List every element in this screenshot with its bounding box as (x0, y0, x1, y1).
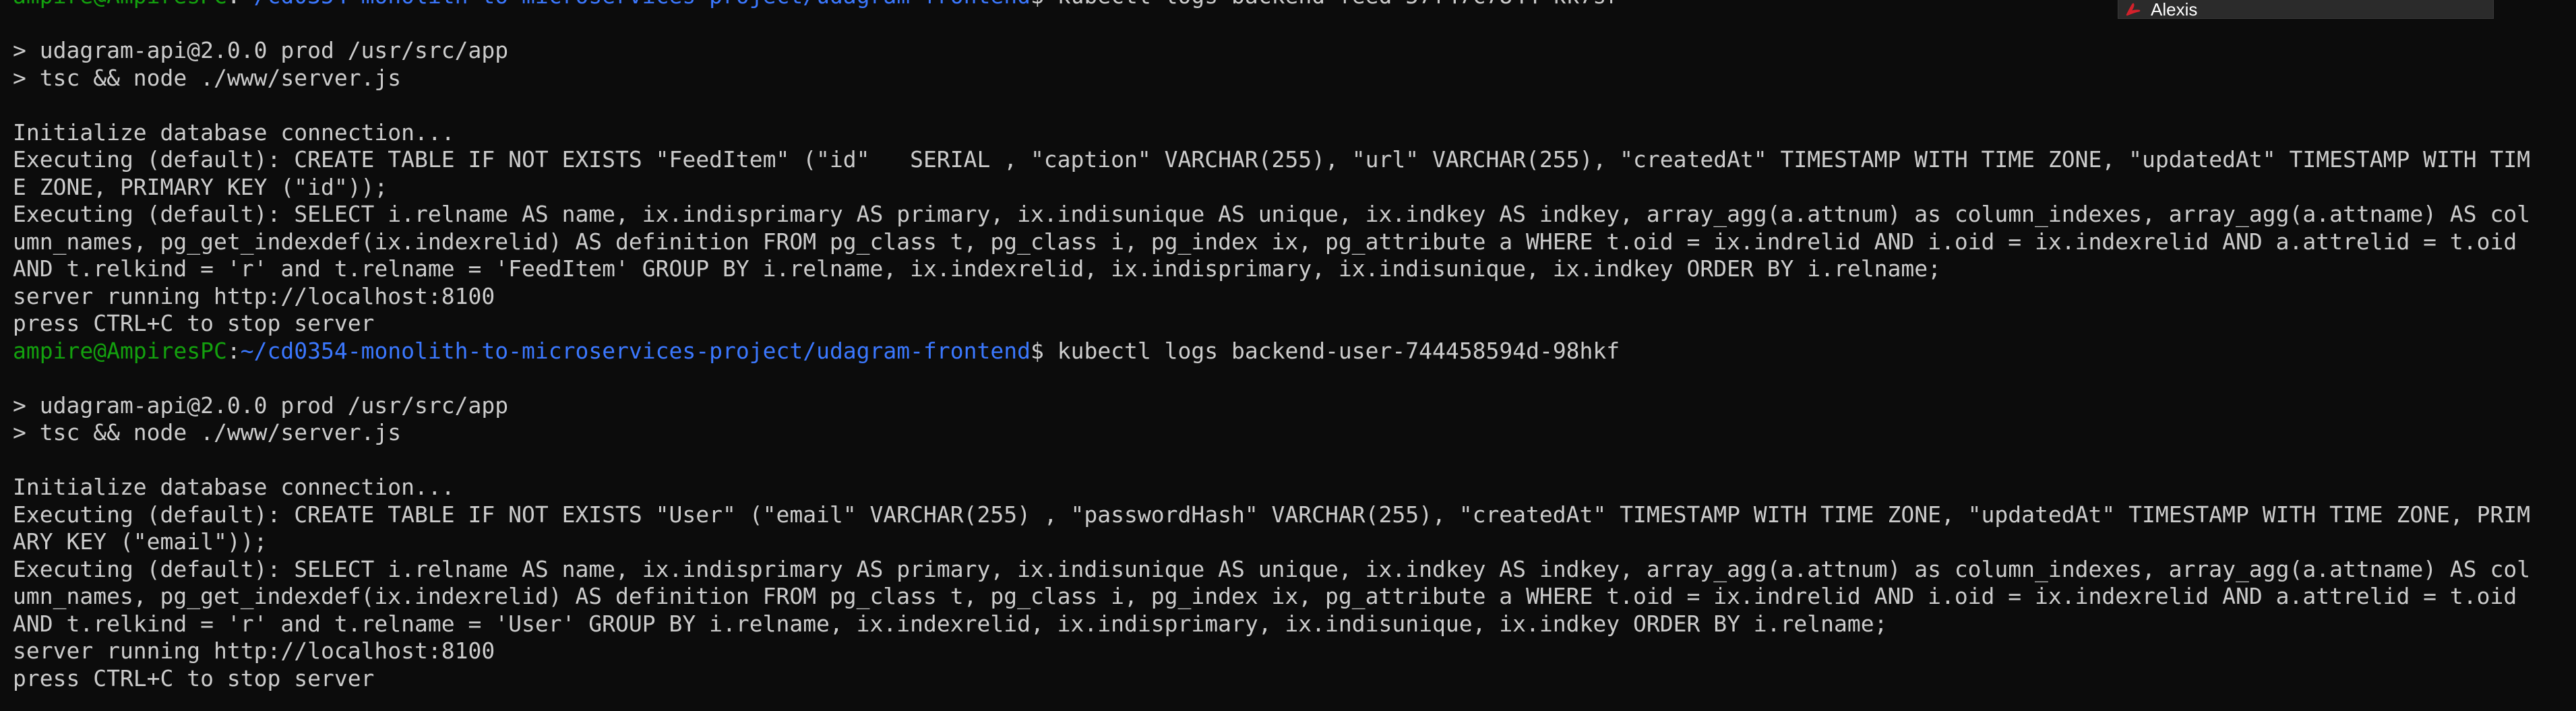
output-line: AND t.relkind = 'r' and t.relname = 'Fee… (13, 255, 2576, 283)
output-line: E ZONE, PRIMARY KEY ("id")); (13, 174, 2576, 202)
output-line: AND t.relkind = 'r' and t.relname = 'Use… (13, 611, 2576, 638)
output-line: server running http://localhost:8100 (13, 283, 2576, 311)
output-text: AND t.relkind = 'r' and t.relname = 'Fee… (13, 255, 1941, 282)
prompt-colon: : (227, 692, 241, 693)
prompt-path: ~/cd0354-monolith-to-microservices-proje… (240, 337, 1031, 364)
output-line: > udagram-api@2.0.0 prod /usr/src/app (13, 37, 2576, 65)
output-line: press CTRL+C to stop server (13, 310, 2576, 338)
output-text: press CTRL+C to stop server (13, 310, 375, 336)
output-text: E ZONE, PRIMARY KEY ("id")); (13, 173, 388, 200)
output-text: > tsc && node ./www/server.js (13, 419, 402, 445)
prompt-colon: : (226, 337, 241, 364)
output-text: ARY KEY ("email")); (13, 528, 268, 555)
output-line: umn_names, pg_get_indexdef(ix.indexrelid… (13, 583, 2576, 611)
output-line: > tsc && node ./www/server.js (13, 419, 2576, 447)
prompt-path: ~/cd0354-monolith-to-microservices-proje… (241, 0, 1031, 9)
output-line: ARY KEY ("email")); (13, 528, 2576, 556)
output-line: > udagram-api@2.0.0 prod /usr/src/app (13, 392, 2576, 420)
command-text: kubectl logs backend-user-744458594d-98h… (1043, 337, 1620, 364)
output-text: Executing (default): SELECT i.relname AS… (13, 201, 2531, 227)
output-text: > udagram-api@2.0.0 prod /usr/src/app (13, 392, 509, 419)
prompt-colon: : (227, 0, 241, 9)
output-text: umn_names, pg_get_indexdef(ix.indexrelid… (13, 583, 2517, 609)
prompt-symbol: $ (1031, 0, 1044, 9)
output-line: press CTRL+C to stop server (13, 665, 2576, 693)
output-text: Executing (default): CREATE TABLE IF NOT… (13, 501, 2531, 528)
window-title: Alexis (2151, 0, 2198, 20)
output-text: Initialize database connection... (13, 474, 455, 500)
prompt-line: ampire@AmpiresPC:~/cd0354-monolith-to-mi… (13, 692, 2576, 693)
output-text: umn_names, pg_get_indexdef(ix.indexrelid… (13, 228, 2517, 255)
output-line: Executing (default): CREATE TABLE IF NOT… (13, 146, 2576, 174)
output-line: Initialize database connection... (13, 474, 2576, 501)
output-line: > tsc && node ./www/server.js (13, 65, 2576, 92)
output-text: press CTRL+C to stop server (13, 664, 375, 691)
prompt-path: ~/cd0354-monolith-to-microservices-proje… (241, 692, 1031, 693)
adobe-acrobat-icon (2125, 2, 2141, 17)
output-text: server running http://localhost:8100 (13, 638, 495, 664)
prompt-user-host: ampire@AmpiresPC (13, 337, 227, 364)
output-text: AND t.relkind = 'r' and t.relname = 'Use… (13, 610, 1888, 637)
taskbar-thumbnail-tab[interactable]: Alexis (2118, 0, 2494, 19)
terminal-output[interactable]: ampire@AmpiresPC:~/cd0354-monolith-to-mi… (0, 0, 2576, 693)
output-line: server running http://localhost:8100 (13, 638, 2576, 665)
output-line: Executing (default): SELECT i.relname AS… (13, 556, 2576, 584)
output-line: Executing (default): CREATE TABLE IF NOT… (13, 501, 2576, 529)
output-text: Initialize database connection... (13, 119, 455, 146)
prompt-symbol: $ (1031, 692, 1044, 693)
output-line: umn_names, pg_get_indexdef(ix.indexrelid… (13, 228, 2576, 256)
prompt-line: ampire@AmpiresPC:~/cd0354-monolith-to-mi… (13, 338, 2576, 365)
command-text: kubectl logs backend-feed-57f47c7844-kk7… (1044, 0, 1620, 9)
command-text: kubectl logs frontend-76df79d568-9sxml (1044, 692, 1566, 693)
output-line: Executing (default): SELECT i.relname AS… (13, 201, 2576, 228)
output-text: Executing (default): SELECT i.relname AS… (13, 555, 2531, 582)
prompt-user-host: ampire@AmpiresPC (13, 692, 227, 693)
output-text: > udagram-api@2.0.0 prod /usr/src/app (13, 37, 509, 63)
output-text: Executing (default): CREATE TABLE IF NOT… (13, 146, 2531, 173)
output-text: > tsc && node ./www/server.js (13, 64, 402, 91)
prompt-user-host: ampire@AmpiresPC (13, 0, 227, 9)
output-line: Initialize database connection... (13, 119, 2576, 147)
prompt-symbol: $ (1030, 337, 1044, 364)
output-text: server running http://localhost:8100 (13, 282, 495, 309)
